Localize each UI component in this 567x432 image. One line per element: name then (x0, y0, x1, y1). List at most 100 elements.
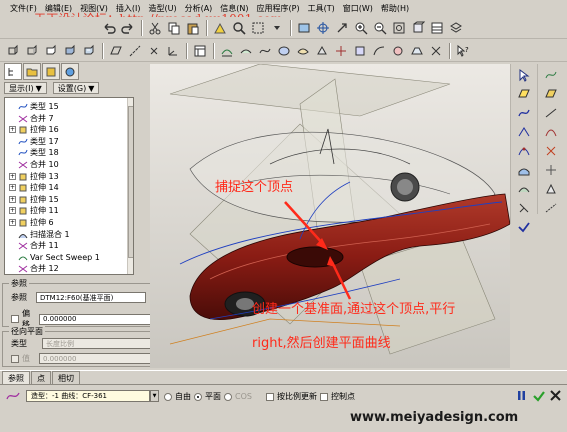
edit-curve-icon[interactable] (513, 142, 535, 159)
surface-icon[interactable] (513, 161, 535, 178)
tree-scrollbar[interactable] (127, 98, 133, 274)
repaint-icon[interactable] (295, 19, 313, 37)
tree-item[interactable]: 合并 11 (9, 240, 59, 251)
cancel-x-icon[interactable] (549, 389, 562, 402)
tree-item[interactable]: 类型 18 (9, 147, 59, 158)
done-check-icon[interactable] (513, 218, 535, 235)
active-plane-icon[interactable] (513, 85, 535, 102)
tab-2[interactable]: 相切 (52, 371, 80, 384)
surface-tool-4-icon[interactable] (275, 42, 293, 60)
tree-item[interactable]: 合并 10 (9, 159, 59, 170)
reference-field[interactable]: DTM12:F60(基准平面) (36, 292, 146, 303)
scale-update-checkbox[interactable] (265, 392, 274, 401)
tab-1[interactable]: 点 (31, 371, 51, 384)
surface-tool-2-icon[interactable] (237, 42, 255, 60)
regenerate-icon[interactable] (211, 19, 229, 37)
tree-item[interactable]: + 拉伸 14 (9, 182, 59, 193)
surface-tool-7-icon[interactable] (332, 42, 350, 60)
cos-radio[interactable] (224, 392, 232, 401)
enhanced-shading-icon[interactable] (80, 42, 98, 60)
expand-toggle-icon[interactable]: + (9, 207, 16, 215)
expand-toggle-icon[interactable]: + (9, 219, 16, 226)
pause-icon[interactable] (515, 389, 528, 402)
offset-value-field[interactable]: 0.000000 (39, 313, 153, 325)
curve-tool-3-icon[interactable] (540, 104, 562, 121)
datum-axis-display-icon[interactable] (126, 42, 144, 60)
tree-scroll-thumb[interactable] (128, 106, 133, 258)
web-tab[interactable] (61, 63, 79, 80)
curve-reference-field[interactable]: 造型：-1 曲线：CF-361 (26, 390, 150, 402)
graphics-viewport[interactable] (150, 64, 510, 368)
free-radio[interactable] (164, 392, 172, 401)
undo-icon[interactable] (100, 19, 118, 37)
surface-tool-5-icon[interactable] (294, 42, 312, 60)
select-arrow-icon[interactable] (513, 66, 535, 83)
plane-radio[interactable] (194, 392, 202, 401)
tree-item[interactable]: + 拉伸 15 (9, 194, 59, 205)
create-curve-icon[interactable] (513, 104, 535, 121)
layers-icon[interactable] (447, 19, 465, 37)
spin-center-icon[interactable] (314, 19, 332, 37)
curve-tool-8-icon[interactable] (540, 199, 562, 216)
zoom-in-icon[interactable] (352, 19, 370, 37)
surface-tool-12-icon[interactable] (427, 42, 445, 60)
tree-item[interactable]: 合并 12 (9, 263, 59, 274)
tree-item[interactable]: 类型 15 (9, 101, 59, 112)
favorites-tab[interactable] (42, 63, 60, 80)
search-icon[interactable] (230, 19, 248, 37)
curve-tool-2-icon[interactable] (540, 85, 562, 102)
control-points-checkbox[interactable] (319, 392, 328, 401)
tab-0[interactable]: 参照 (2, 371, 30, 384)
tree-item[interactable]: 类型 17 (9, 136, 59, 147)
datum-point-display-icon[interactable] (145, 42, 163, 60)
refit-icon[interactable] (390, 19, 408, 37)
curve-tool-1-icon[interactable] (540, 66, 562, 83)
folder-browser-tab[interactable] (23, 63, 41, 80)
datum-plane-display-icon[interactable] (107, 42, 125, 60)
accept-check-icon[interactable] (532, 389, 545, 402)
copy-icon[interactable] (165, 19, 183, 37)
curve-tool-5-icon[interactable] (540, 142, 562, 159)
reorient-icon[interactable] (409, 19, 427, 37)
expand-toggle-icon[interactable]: + (9, 126, 16, 134)
tree-item[interactable]: 合并 7 (9, 113, 54, 124)
surface-tool-9-icon[interactable] (370, 42, 388, 60)
context-help-icon[interactable]: ? (454, 42, 472, 60)
menu-item[interactable]: 工具(T) (304, 3, 339, 14)
orient-mode-icon[interactable] (333, 19, 351, 37)
curve-tool-6-icon[interactable] (540, 161, 562, 178)
coordinate-system-display-icon[interactable] (164, 42, 182, 60)
hidden-line-icon[interactable] (23, 42, 41, 60)
tree-item[interactable]: + 拉伸 13 (9, 171, 59, 182)
expand-toggle-icon[interactable]: + (9, 184, 16, 192)
tree-item[interactable]: Var Sect Sweep 1 (9, 252, 100, 263)
surface-tool-8-icon[interactable] (351, 42, 369, 60)
cut-icon[interactable] (146, 19, 164, 37)
value-checkbox[interactable] (11, 354, 19, 363)
zoom-out-icon[interactable] (371, 19, 389, 37)
type-select[interactable]: 长度比例 (42, 338, 152, 349)
surface-tool-6-icon[interactable] (313, 42, 331, 60)
expand-toggle-icon[interactable]: + (9, 172, 16, 180)
connect-icon[interactable] (513, 180, 535, 197)
menu-item[interactable]: 窗口(W) (339, 3, 377, 14)
redo-icon[interactable] (119, 19, 137, 37)
expand-toggle-icon[interactable]: + (9, 195, 16, 203)
trim-icon[interactable] (513, 199, 535, 216)
surface-tool-10-icon[interactable] (389, 42, 407, 60)
model-tree-icon[interactable] (191, 42, 209, 60)
surface-tool-1-icon[interactable] (218, 42, 236, 60)
tree-item[interactable]: + 拉伸 16 (9, 124, 59, 135)
display-dropdown[interactable]: 显示(I) ▼ (4, 82, 47, 94)
dropdown-icon[interactable] (268, 19, 286, 37)
curve-dropdown-icon[interactable]: ▼ (150, 390, 159, 402)
paste-icon[interactable] (184, 19, 202, 37)
curve-tool-7-icon[interactable] (540, 180, 562, 197)
tree-item[interactable]: 扫描混合 1 (9, 229, 70, 240)
no-hidden-icon[interactable] (42, 42, 60, 60)
offset-checkbox[interactable] (11, 315, 19, 323)
wireframe-icon[interactable] (4, 42, 22, 60)
menu-item[interactable]: 帮助(H) (377, 3, 413, 14)
surface-tool-3-icon[interactable] (256, 42, 274, 60)
settings-dropdown[interactable]: 设置(G) ▼ (52, 82, 100, 94)
